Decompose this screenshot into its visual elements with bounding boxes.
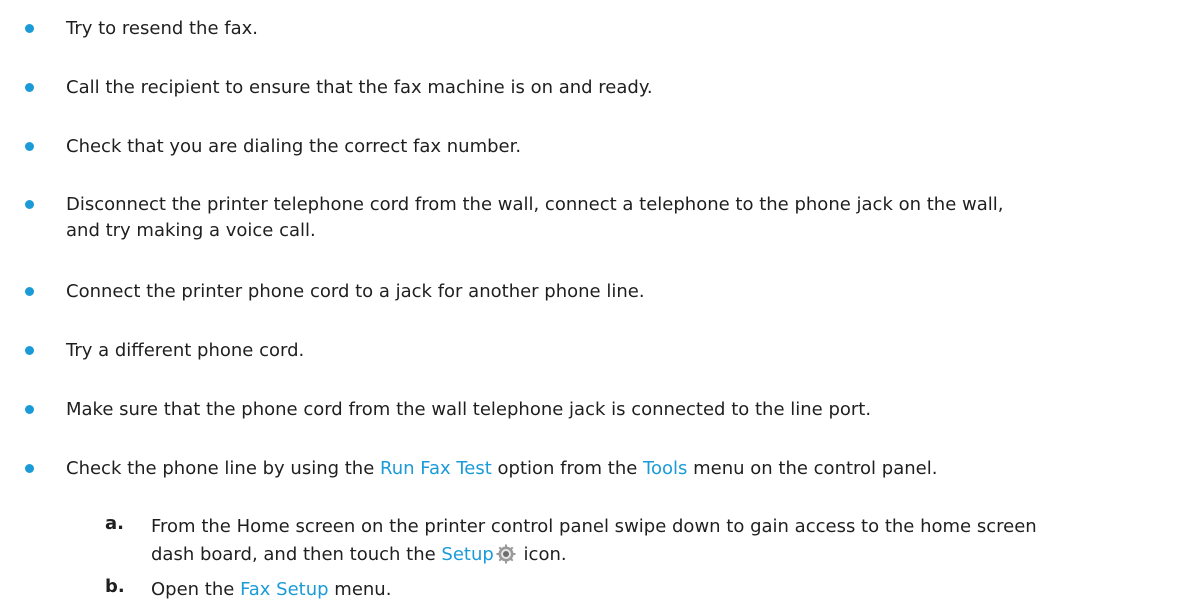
list-item-fragment: option from the bbox=[491, 458, 644, 479]
step-fragment: Open the bbox=[151, 579, 241, 600]
list-item-text: Make sure that the phone cord from the w… bbox=[66, 399, 872, 420]
bullet-icon bbox=[25, 346, 34, 355]
list-item-text: Connect the printer phone cord to a jack… bbox=[66, 281, 645, 302]
step-fragment: menu. bbox=[328, 579, 392, 600]
list-item-text: Call the recipient to ensure that the fa… bbox=[66, 77, 653, 98]
bullet-icon bbox=[25, 142, 34, 151]
step-fragment: dash board, and then touch the bbox=[151, 544, 442, 565]
step-letter: b. bbox=[105, 576, 125, 597]
step-line: From the Home screen on the printer cont… bbox=[151, 516, 1037, 537]
step-text: Open the Fax Setup menu. bbox=[151, 576, 1171, 604]
fax-setup-link[interactable]: Fax Setup bbox=[240, 579, 329, 600]
bullet-icon bbox=[25, 200, 34, 209]
run-fax-test-link[interactable]: Run Fax Test bbox=[380, 458, 492, 479]
list-item-line: and try making a voice call. bbox=[66, 220, 316, 241]
list-item-text: Check the phone line by using the Run Fa… bbox=[66, 456, 1166, 482]
step-fragment: icon. bbox=[517, 544, 567, 565]
bullet-icon bbox=[25, 287, 34, 296]
gear-icon bbox=[496, 544, 516, 564]
list-item-fragment: menu on the control panel. bbox=[687, 458, 938, 479]
step-text: From the Home screen on the printer cont… bbox=[151, 513, 1171, 569]
list-item-fragment: Check the phone line by using the bbox=[66, 458, 381, 479]
bullet-icon bbox=[25, 24, 34, 33]
list-item-text: Disconnect the printer telephone cord fr… bbox=[66, 192, 1166, 244]
bullet-icon bbox=[25, 464, 34, 473]
tools-menu-link[interactable]: Tools bbox=[643, 458, 687, 479]
bullet-icon bbox=[25, 83, 34, 92]
list-item-text: Try a different phone cord. bbox=[66, 340, 305, 361]
list-item-text: Check that you are dialing the correct f… bbox=[66, 136, 522, 157]
list-item-line: Disconnect the printer telephone cord fr… bbox=[66, 194, 1004, 215]
step-letter: a. bbox=[105, 513, 124, 534]
setup-link[interactable]: Setup bbox=[441, 544, 493, 565]
list-item-text: Try to resend the fax. bbox=[66, 18, 259, 39]
bullet-icon bbox=[25, 405, 34, 414]
